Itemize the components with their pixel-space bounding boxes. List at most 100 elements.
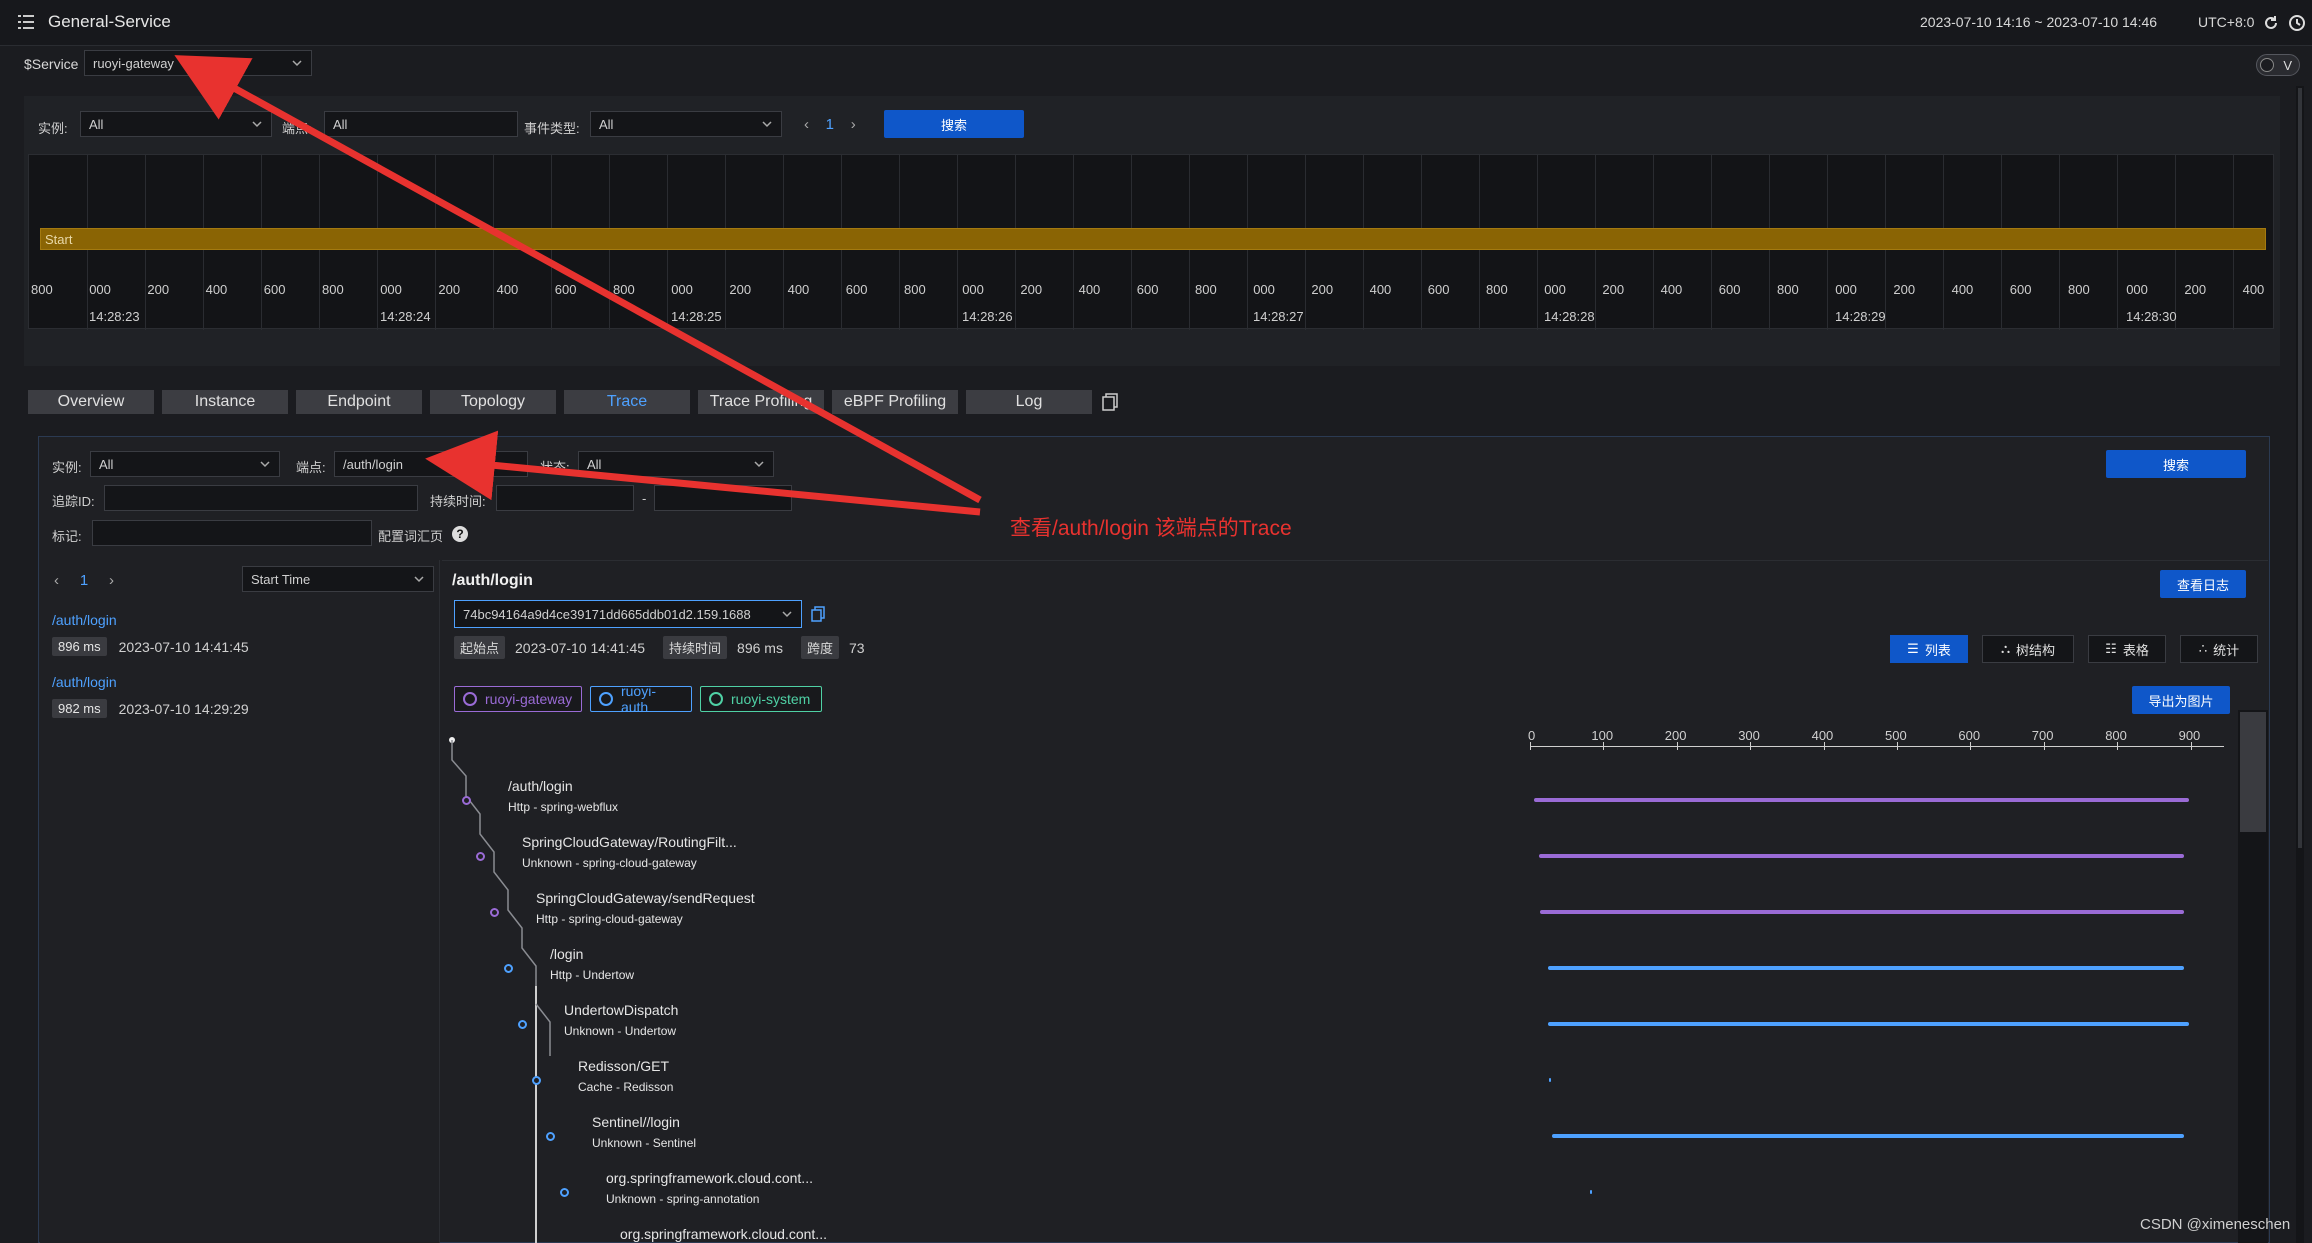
service-chip-label: ruoyi-gateway [485, 691, 573, 707]
sort-select-value: Start Time [251, 571, 311, 587]
span-duration-bar[interactable] [1533, 798, 2190, 802]
tab-trace[interactable]: Trace [564, 390, 690, 414]
axis-tick-mark [2043, 742, 2045, 750]
tab-topology[interactable]: Topology [430, 390, 556, 414]
span-name[interactable]: org.springframework.cloud.cont... [606, 1170, 813, 1186]
view-table-button[interactable]: ☷ 表格 [2088, 635, 2166, 663]
page-scrollbar-thumb[interactable] [2298, 88, 2302, 848]
export-image-button[interactable]: 导出为图片 [2132, 686, 2230, 714]
trace-id-input[interactable] [104, 485, 418, 511]
timeline-tick: 400 [1951, 282, 1974, 297]
next-page-icon[interactable]: › [851, 116, 856, 133]
view-stats-button[interactable]: ∴ 统计 [2180, 635, 2258, 663]
clock-icon[interactable] [2288, 14, 2306, 32]
span-name[interactable]: /auth/login [508, 778, 573, 794]
span-node-dot[interactable] [518, 1020, 527, 1029]
service-chip[interactable]: ruoyi-system [700, 686, 822, 712]
span-component: Cache - Redisson [578, 1080, 674, 1094]
event-search-button[interactable]: 搜索 [884, 110, 1024, 138]
span-name[interactable]: /login [550, 946, 583, 962]
tags-input[interactable] [92, 520, 372, 546]
event-instance-value: All [89, 116, 104, 132]
span-duration-bar[interactable] [1538, 854, 2184, 858]
axis-tick-mark [1897, 742, 1898, 750]
span-duration-bar[interactable] [1551, 1134, 2184, 1138]
view-logs-button[interactable]: 查看日志 [2160, 570, 2246, 598]
chevron-down-icon [292, 60, 302, 67]
service-select[interactable]: ruoyi-gateway [84, 50, 312, 76]
trace-instance-select[interactable]: All [90, 451, 280, 477]
event-type-select[interactable]: All [590, 111, 782, 137]
sort-select[interactable]: Start Time [242, 566, 434, 592]
trace-list-item[interactable]: /auth/login 982 ms 2023-07-10 14:29:29 [52, 674, 249, 718]
service-chip[interactable]: ruoyi-auth [590, 683, 692, 715]
visibility-toggle[interactable]: V [2256, 54, 2300, 76]
copy-icon[interactable] [1100, 392, 1120, 412]
span-node-dot[interactable] [504, 964, 513, 973]
duration-separator: - [642, 491, 647, 506]
tags-label: 标记: [52, 529, 82, 544]
config-vocab-link[interactable]: 配置词汇页 [378, 526, 443, 545]
help-icon[interactable]: ? [452, 526, 468, 542]
service-label: $Service [24, 56, 79, 72]
trace-list [40, 560, 440, 1243]
timeline-tick: 200 [1893, 282, 1916, 297]
view-list-button[interactable]: ☰ 列表 [1890, 635, 1968, 663]
trace-id-select[interactable]: 74bc94164a9d4ce39171dd665ddb01d2.159.168… [454, 600, 802, 628]
tab-log[interactable]: Log [966, 390, 1092, 414]
prev-page-icon[interactable]: ‹ [54, 572, 59, 589]
span-name[interactable]: org.springframework.cloud.cont... [620, 1226, 827, 1242]
trace-list-item-endpoint[interactable]: /auth/login [52, 674, 249, 690]
event-instance-select[interactable]: All [80, 111, 272, 137]
event-instance-label: 实例: [38, 121, 68, 136]
span-duration-bar[interactable] [1547, 966, 2184, 970]
tab-trace-profiling[interactable]: Trace Profiling [698, 390, 824, 414]
span-name[interactable]: SpringCloudGateway/sendRequest [536, 890, 755, 906]
span-node-dot[interactable] [546, 1132, 555, 1141]
menu-icon[interactable] [16, 12, 36, 32]
timeline-tick: 800 [1486, 282, 1508, 297]
start-event-bar[interactable]: Start [40, 228, 2266, 250]
chart-scrollbar-thumb[interactable] [2240, 712, 2266, 832]
duration-tag: 持续时间 [663, 636, 728, 659]
duration-min-input[interactable] [496, 485, 634, 511]
tab-ebpf-profiling[interactable]: eBPF Profiling [832, 390, 958, 414]
span-node-dot[interactable] [476, 852, 485, 861]
span-node-dot[interactable] [560, 1188, 569, 1197]
trace-list-item-endpoint[interactable]: /auth/login [52, 612, 249, 628]
trace-list-item[interactable]: /auth/login 896 ms 2023-07-10 14:41:45 [52, 612, 249, 656]
tab-overview[interactable]: Overview [28, 390, 154, 414]
span-name[interactable]: Redisson/GET [578, 1058, 669, 1074]
span-name[interactable]: UndertowDispatch [564, 1002, 678, 1018]
circle-icon [599, 692, 613, 706]
detail-divider [442, 560, 2268, 561]
event-endpoint-input[interactable]: All [324, 111, 518, 137]
span-duration-bar[interactable] [1590, 1190, 1593, 1194]
span-name[interactable]: Sentinel//login [592, 1114, 680, 1130]
axis-tick-mark [2117, 742, 2119, 750]
span-node-dot[interactable] [490, 908, 499, 917]
span-node-dot[interactable] [462, 796, 471, 805]
time-range[interactable]: 2023-07-10 14:16 ~ 2023-07-10 14:46 [1920, 14, 2157, 30]
span-duration-bar[interactable] [1549, 1078, 1552, 1082]
axis-tick-label: 500 [1885, 728, 1907, 743]
span-name[interactable]: SpringCloudGateway/RoutingFilt... [522, 834, 737, 850]
trace-search-button[interactable]: 搜索 [2106, 450, 2246, 478]
timeline-tick: 800 [904, 282, 926, 297]
prev-page-icon[interactable]: ‹ [804, 116, 809, 133]
duration-max-input[interactable] [654, 485, 792, 511]
tab-endpoint[interactable]: Endpoint [296, 390, 422, 414]
next-page-icon[interactable]: › [109, 572, 114, 589]
copy-trace-id-icon[interactable] [810, 606, 826, 622]
trace-endpoint-input[interactable]: /auth/login [334, 451, 528, 477]
view-tree-button[interactable]: ⛬ 树结构 [1982, 635, 2074, 663]
trace-status-select[interactable]: All [578, 451, 774, 477]
span-duration-bar[interactable] [1547, 1022, 2190, 1026]
trace-instance-value: All [99, 456, 114, 472]
reload-icon[interactable] [2262, 14, 2280, 32]
tab-instance[interactable]: Instance [162, 390, 288, 414]
span-duration-bar[interactable] [1540, 910, 2184, 914]
service-chip[interactable]: ruoyi-gateway [454, 686, 582, 712]
start-tag: 起始点 [454, 636, 506, 659]
span-node-dot[interactable] [532, 1076, 541, 1085]
